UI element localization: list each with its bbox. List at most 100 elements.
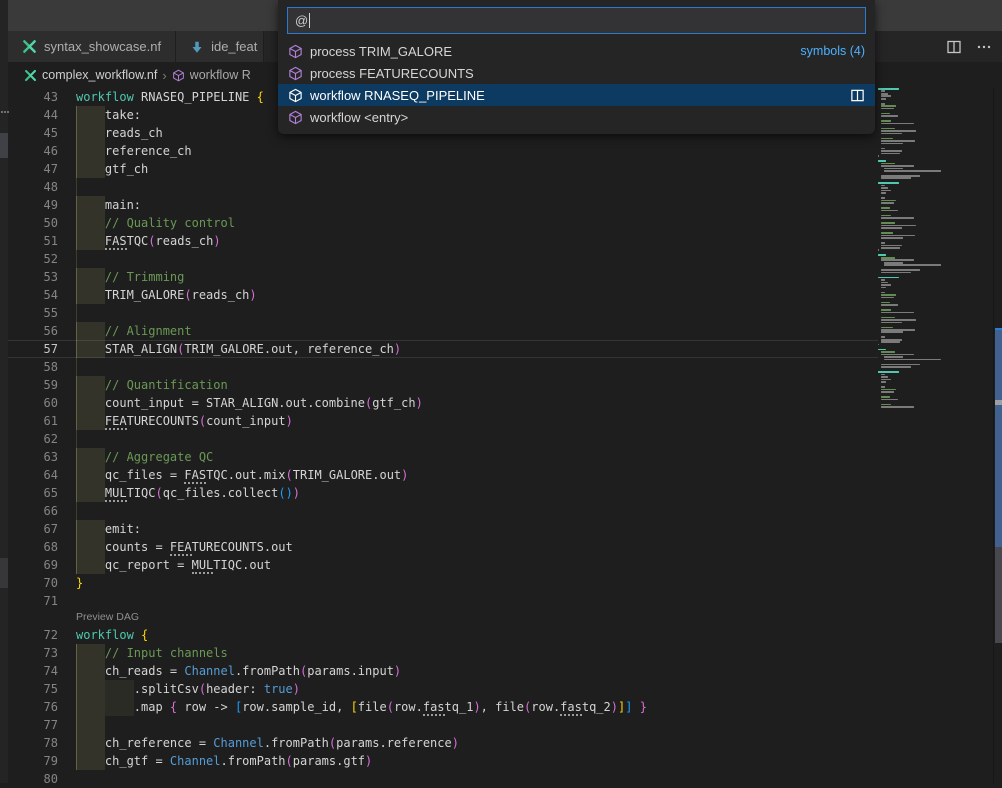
line-number[interactable]: 53 [8, 268, 58, 286]
code-lines[interactable]: 43workflow RNASEQ_PIPELINE {44 take:45 r… [8, 88, 878, 788]
code-line[interactable]: 49 main: [8, 196, 878, 214]
code-text: STAR_ALIGN(TRIM_GALORE.out, reference_ch… [76, 340, 401, 358]
line-number[interactable]: 80 [8, 770, 58, 788]
code-text: // Alignment [76, 322, 192, 340]
line-number[interactable]: 47 [8, 160, 58, 178]
line-number[interactable]: 62 [8, 430, 58, 448]
tab-syntax-showcase[interactable]: syntax_showcase.nf [8, 31, 176, 62]
more-actions-icon[interactable] [976, 39, 992, 55]
code-line[interactable]: 63 // Aggregate QC [8, 448, 878, 466]
line-number[interactable]: 71 [8, 592, 58, 610]
line-number[interactable]: 50 [8, 214, 58, 232]
code-line[interactable]: 71 [8, 592, 878, 610]
line-number[interactable]: 66 [8, 502, 58, 520]
line-number[interactable]: 55 [8, 304, 58, 322]
code-line[interactable]: 54 TRIM_GALORE(reads_ch) [8, 286, 878, 304]
code-line[interactable]: 47 gtf_ch [8, 160, 878, 178]
code-line[interactable]: 67 emit: [8, 520, 878, 538]
code-line[interactable]: 68 counts = FEATURECOUNTS.out [8, 538, 878, 556]
quick-pick-item[interactable]: workflow <entry> [278, 106, 875, 128]
breadcrumb-file[interactable]: complex_workflow.nf [42, 68, 157, 82]
code-line[interactable]: 72workflow { [8, 626, 878, 644]
code-line[interactable]: 55 [8, 304, 878, 322]
line-number[interactable]: 79 [8, 752, 58, 770]
code-text: ch_reference = Channel.fromPath(params.r… [76, 734, 459, 752]
breadcrumb-symbol[interactable]: workflow R [190, 68, 251, 82]
code-line[interactable]: 78 ch_reference = Channel.fromPath(param… [8, 734, 878, 752]
code-line[interactable]: 58 [8, 358, 878, 376]
indent-guide-line [76, 178, 77, 196]
code-line[interactable]: 59 // Quantification [8, 376, 878, 394]
code-line[interactable]: 64 qc_files = FASTQC.out.mix(TRIM_GALORE… [8, 466, 878, 484]
code-line[interactable]: 51 FASTQC(reads_ch) [8, 232, 878, 250]
code-line[interactable]: 74 ch_reads = Channel.fromPath(params.in… [8, 662, 878, 680]
split-editor-icon[interactable] [946, 39, 962, 55]
line-number[interactable]: 51 [8, 232, 58, 250]
code-line[interactable]: 70} [8, 574, 878, 592]
line-number[interactable]: 63 [8, 448, 58, 466]
codelens-preview-dag[interactable]: Preview DAG [8, 610, 878, 626]
line-number[interactable]: 70 [8, 574, 58, 592]
code-line[interactable]: 50 // Quality control [8, 214, 878, 232]
code-line[interactable]: 60 count_input = STAR_ALIGN.out.combine(… [8, 394, 878, 412]
code-line[interactable]: 75 .splitCsv(header: true) [8, 680, 878, 698]
minimap[interactable] [878, 88, 958, 408]
line-number[interactable]: 58 [8, 358, 58, 376]
code-line[interactable]: 57 STAR_ALIGN(TRIM_GALORE.out, reference… [8, 340, 878, 358]
line-number[interactable]: 54 [8, 286, 58, 304]
line-number[interactable]: 64 [8, 466, 58, 484]
line-number[interactable]: 48 [8, 178, 58, 196]
open-to-side-icon[interactable] [850, 88, 865, 103]
code-line[interactable]: 65 MULTIQC(qc_files.collect()) [8, 484, 878, 502]
line-number[interactable]: 49 [8, 196, 58, 214]
overview-ruler-scrollbar[interactable] [993, 88, 1002, 783]
code-line[interactable]: 53 // Trimming [8, 268, 878, 286]
line-number[interactable]: 74 [8, 662, 58, 680]
code-line[interactable]: 48 [8, 178, 878, 196]
line-number[interactable]: 73 [8, 644, 58, 662]
line-number[interactable]: 52 [8, 250, 58, 268]
quick-pick-item[interactable]: process FEATURECOUNTS [278, 62, 875, 84]
quick-pick-item[interactable]: workflow RNASEQ_PIPELINE [278, 84, 875, 106]
line-number[interactable]: 61 [8, 412, 58, 430]
code-line[interactable]: 79 ch_gtf = Channel.fromPath(params.gtf) [8, 752, 878, 770]
code-line[interactable]: 52 [8, 250, 878, 268]
line-number[interactable]: 72 [8, 626, 58, 644]
strip-ellipsis-dots [1, 111, 3, 113]
line-number[interactable]: 46 [8, 142, 58, 160]
code-line[interactable]: 80 [8, 770, 878, 788]
strip-handle[interactable] [0, 133, 8, 158]
code-line[interactable]: 77 [8, 716, 878, 734]
line-number[interactable]: 77 [8, 716, 58, 734]
line-number[interactable]: 69 [8, 556, 58, 574]
line-number[interactable]: 65 [8, 484, 58, 502]
code-line[interactable]: 56 // Alignment [8, 322, 878, 340]
code-line[interactable]: 46 reference_ch [8, 142, 878, 160]
code-line[interactable]: 73 // Input channels [8, 644, 878, 662]
line-number[interactable]: 44 [8, 106, 58, 124]
code-editor[interactable]: 43workflow RNASEQ_PIPELINE {44 take:45 r… [8, 88, 1002, 783]
line-number[interactable]: 56 [8, 322, 58, 340]
code-line[interactable]: 62 [8, 430, 878, 448]
line-number[interactable]: 59 [8, 376, 58, 394]
line-number[interactable]: 68 [8, 538, 58, 556]
scrollbar-slider[interactable] [995, 547, 1002, 643]
code-line[interactable]: 76 .map { row -> [row.sample_id, [file(r… [8, 698, 878, 716]
code-line[interactable]: 66 [8, 502, 878, 520]
tab-ide-features[interactable]: ide_feat [176, 31, 264, 62]
strip-handle-lower[interactable] [0, 558, 8, 588]
line-number[interactable]: 75 [8, 680, 58, 698]
quick-pick-item-label: workflow RNASEQ_PIPELINE [310, 88, 485, 103]
code-line[interactable]: 61 FEATURECOUNTS(count_input) [8, 412, 878, 430]
line-number[interactable]: 60 [8, 394, 58, 412]
quick-pick-input[interactable]: @ [287, 7, 866, 34]
line-number[interactable]: 76 [8, 698, 58, 716]
line-number[interactable]: 45 [8, 124, 58, 142]
line-number[interactable]: 67 [8, 520, 58, 538]
code-line[interactable]: 69 qc_report = MULTIQC.out [8, 556, 878, 574]
line-number[interactable]: 57 [8, 340, 58, 358]
editor-actions [946, 31, 992, 62]
line-number[interactable]: 43 [8, 88, 58, 106]
line-number[interactable]: 78 [8, 734, 58, 752]
quick-pick-item[interactable]: process TRIM_GALOREsymbols (4) [278, 40, 875, 62]
